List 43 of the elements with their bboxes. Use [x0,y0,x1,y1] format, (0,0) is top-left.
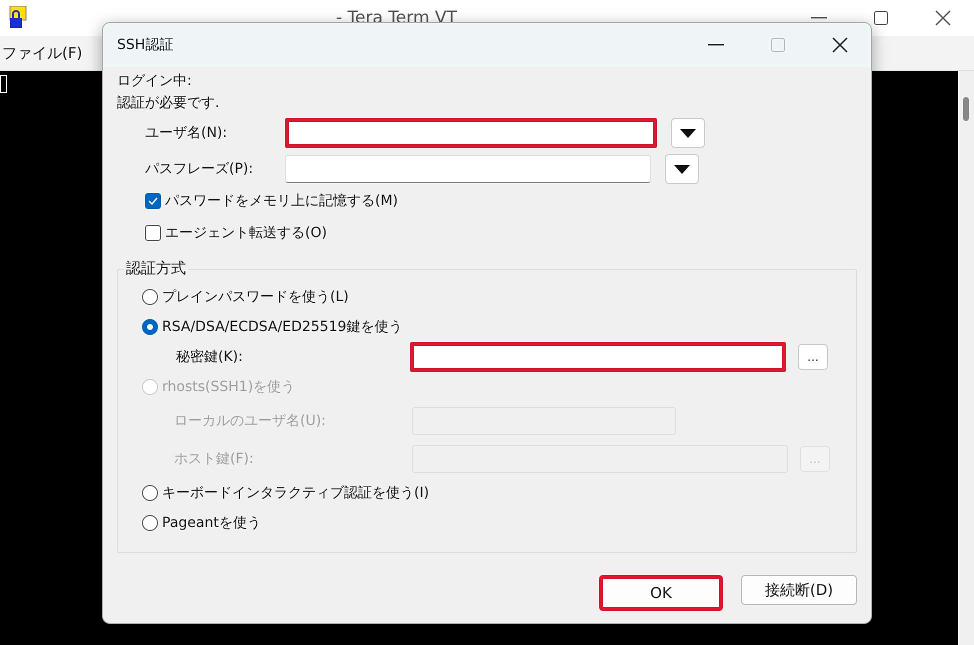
lock-icon [8,6,28,30]
close-icon[interactable] [935,10,951,26]
caret-icon [674,164,690,174]
dialog-button[interactable]: 接続断(D) [741,575,857,605]
scrollbar[interactable] [958,71,974,645]
dialog-button[interactable]: OK [599,575,723,611]
checkbox[interactable] [145,193,161,209]
dropdown-button[interactable] [665,154,699,184]
field-label: ローカルのユーザ名(U): [174,412,327,430]
group-title: 認証方式 [124,259,188,278]
checkbox[interactable] [145,225,161,241]
status-text: ログイン中: [117,72,193,91]
radio-label: RSA/DSA/ECDSA/ED25519鍵を使う [162,318,402,337]
close-icon[interactable] [832,37,848,53]
dropdown-button[interactable] [671,118,705,148]
radio-label: キーボードインタラクティブ認証を使う(I) [162,484,430,503]
radio-button[interactable] [142,485,158,501]
checkbox-label: パスワードをメモリ上に記憶する(M) [165,192,398,211]
maximize-icon[interactable] [874,11,888,25]
field-label: ユーザ名(N): [145,124,228,142]
text-cursor [0,75,7,93]
radio-label: プレインパスワードを使う(L) [162,288,349,307]
checkbox-label: エージェント転送する(O) [165,224,327,243]
check-icon [148,197,158,205]
field-label: 秘密鍵(K): [176,348,244,366]
field-label: ホスト鍵(F): [174,450,255,468]
scroll-thumb[interactable] [963,97,969,121]
minimize-icon[interactable] [811,17,827,19]
input-field[interactable] [285,118,657,148]
dialog-title: SSH認証 [117,36,174,55]
radio-button[interactable] [142,319,158,335]
input-field[interactable] [410,342,786,372]
radio-label: Pageantを使う [162,514,261,533]
radio-label: rhosts(SSH1)を使う [162,378,296,397]
menu-item[interactable]: ファイル(F) [0,44,88,62]
minimize-icon[interactable] [708,44,724,46]
browse-button[interactable]: ... [798,344,828,370]
radio-button[interactable] [142,289,158,305]
caret-icon [680,128,696,138]
radio-button[interactable] [142,515,158,531]
maximize-icon [771,38,785,52]
prompt-text: 認証が必要です. [117,94,220,113]
field-label: パスフレーズ(P): [145,160,254,178]
